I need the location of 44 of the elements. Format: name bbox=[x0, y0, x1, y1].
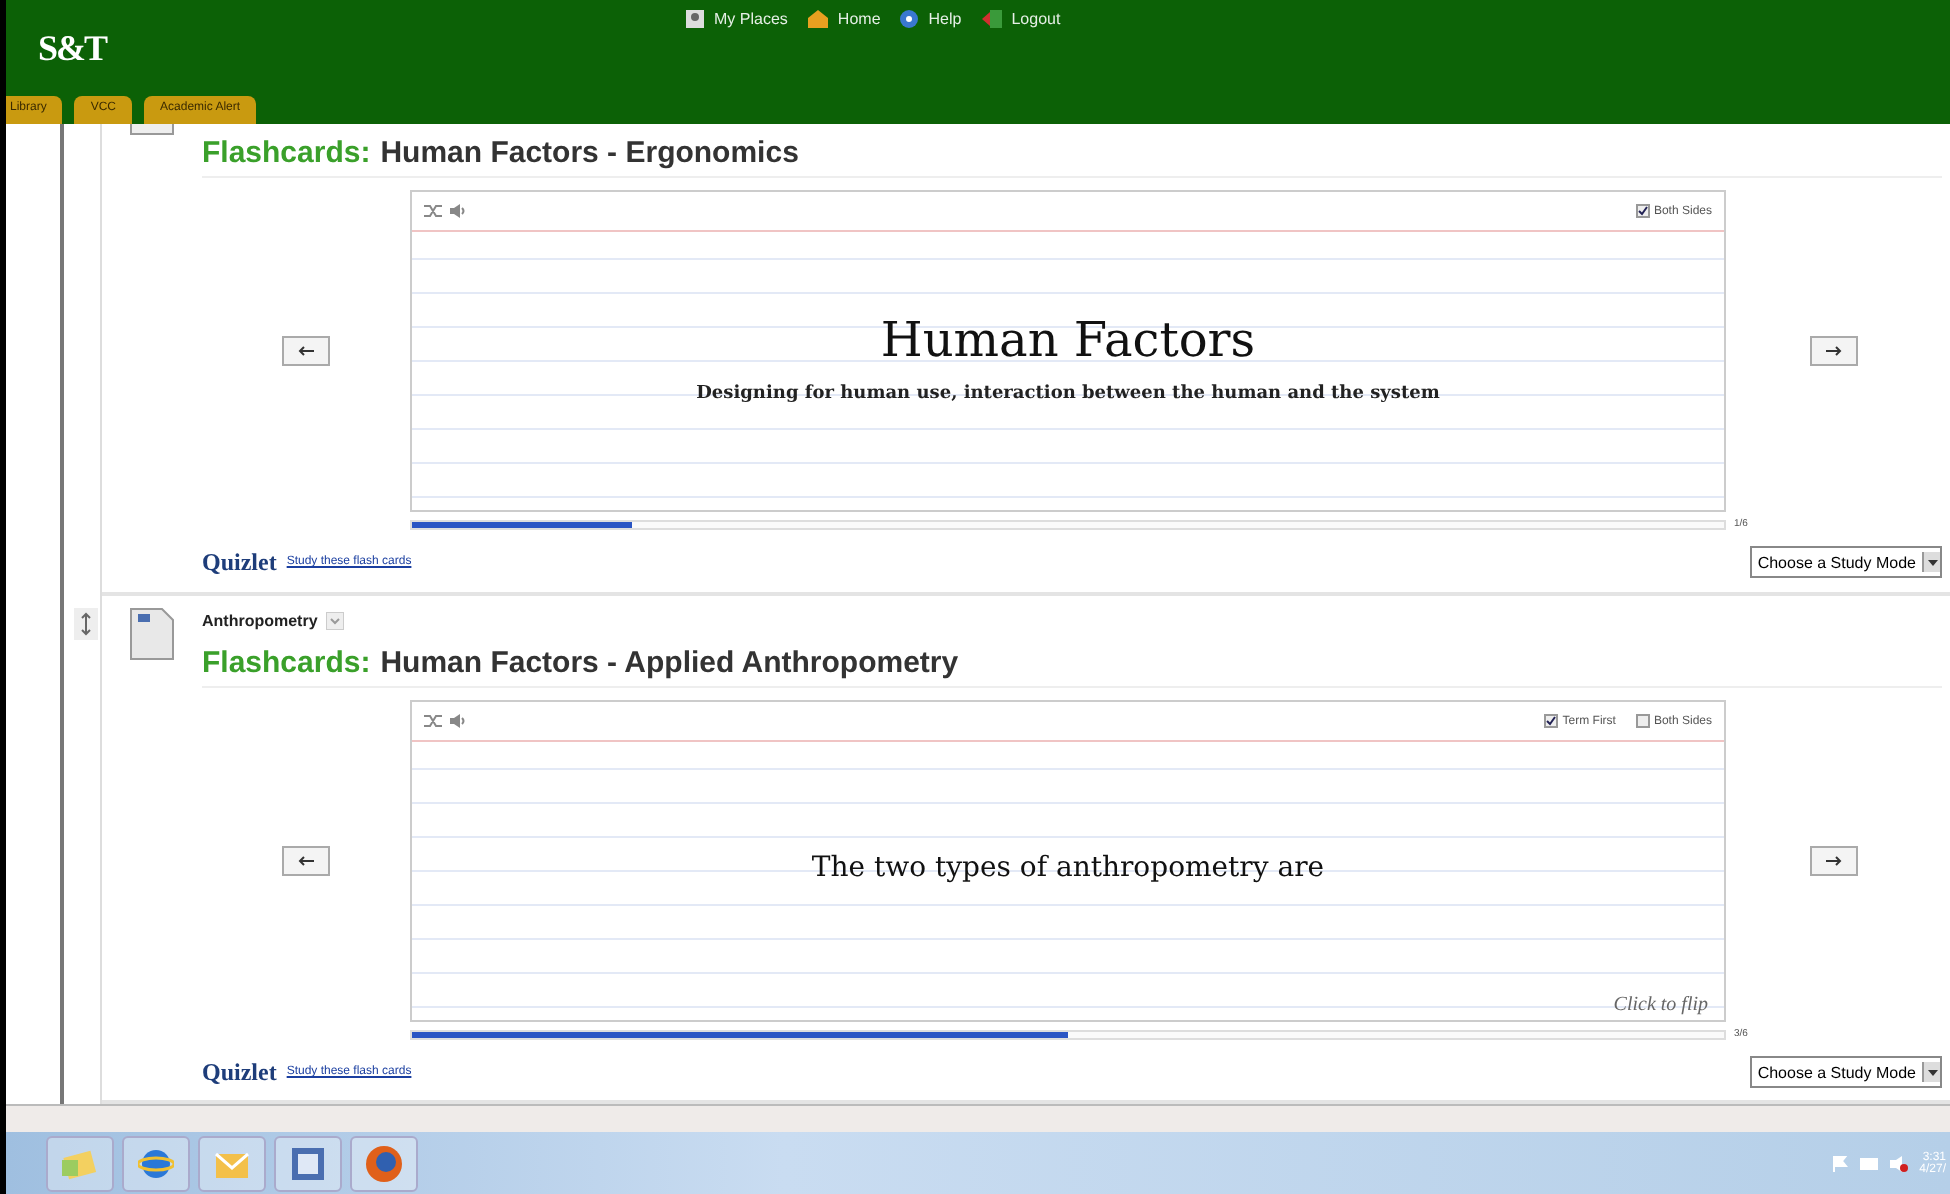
help-icon bbox=[900, 10, 919, 28]
caret-icon bbox=[1928, 1070, 1938, 1076]
checkbox[interactable] bbox=[1635, 714, 1650, 728]
speaker-icon[interactable] bbox=[1889, 1155, 1908, 1171]
person-icon bbox=[686, 10, 705, 28]
speaker-icon[interactable] bbox=[450, 714, 466, 728]
home-icon bbox=[807, 10, 828, 28]
shuffle-icon[interactable] bbox=[424, 714, 442, 728]
shuffle-icon[interactable] bbox=[424, 204, 442, 218]
globe-icon[interactable] bbox=[364, 1143, 404, 1183]
nav-link[interactable]: Help bbox=[900, 10, 962, 28]
caret-icon bbox=[1928, 560, 1938, 566]
browser-icon[interactable] bbox=[138, 1145, 174, 1181]
next-button[interactable] bbox=[1810, 336, 1858, 366]
nav-link[interactable]: Logout bbox=[981, 10, 1061, 28]
card-term: The two types of anthropometry are bbox=[811, 851, 1325, 883]
drag-handle-icon[interactable] bbox=[73, 608, 98, 640]
brand-logo: Quizlet bbox=[202, 547, 277, 577]
right-arrow-icon bbox=[1826, 856, 1842, 866]
flip-hint: Click to flip bbox=[1613, 994, 1708, 1016]
nav-link[interactable]: Home bbox=[807, 10, 881, 28]
checkbox[interactable] bbox=[1544, 714, 1559, 728]
next-button[interactable] bbox=[1810, 846, 1858, 876]
previous-button[interactable] bbox=[282, 336, 330, 366]
brand-logo: Quizlet bbox=[202, 1057, 277, 1087]
card-term: Human Factors bbox=[880, 311, 1256, 367]
left-arrow-icon bbox=[298, 856, 314, 866]
checkbox[interactable] bbox=[1635, 204, 1650, 218]
speaker-icon[interactable] bbox=[450, 204, 466, 218]
exit-icon bbox=[981, 10, 1002, 28]
left-arrow-icon bbox=[298, 346, 314, 356]
flashcard-title: Flashcards: Human Factors - Applied Anthropometry bbox=[202, 646, 1942, 688]
flashcard-title: Flashcards: Human Factors - Ergonomics bbox=[202, 136, 1942, 178]
logo[interactable]: S&T bbox=[38, 28, 107, 70]
document-icon bbox=[130, 608, 174, 660]
chevron-icon[interactable] bbox=[325, 611, 344, 629]
right-arrow-icon bbox=[1826, 346, 1842, 356]
study-mode-select[interactable]: Choose a Study Mode bbox=[1749, 1056, 1942, 1088]
study-mode-select[interactable]: Choose a Study Mode bbox=[1749, 546, 1942, 578]
previous-button[interactable] bbox=[282, 846, 330, 876]
document-icon[interactable] bbox=[292, 1147, 324, 1179]
item-label: Anthropometry bbox=[202, 611, 318, 629]
nav-link[interactable]: My Places bbox=[686, 10, 788, 28]
card-definition: Designing for human use, interaction between the human and the system bbox=[696, 383, 1440, 403]
